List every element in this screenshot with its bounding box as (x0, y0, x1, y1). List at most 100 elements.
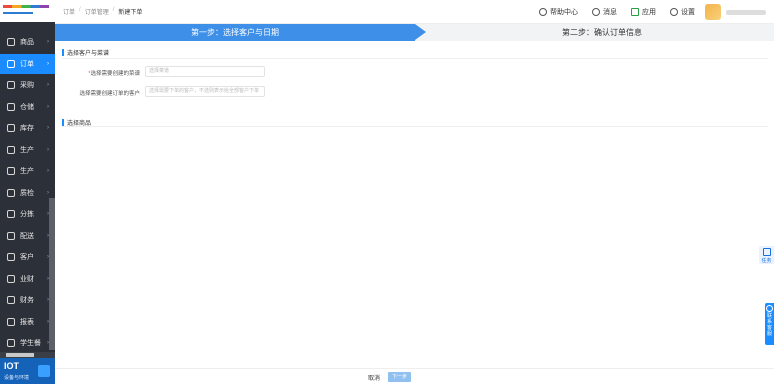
recipe-label: *选择需要创建的菜谱 (40, 69, 140, 77)
breadcrumb-item[interactable]: 订单 (63, 7, 75, 16)
chevron-right-icon: › (47, 146, 49, 153)
sidebar-item[interactable]: 报表 › (0, 312, 55, 332)
breadcrumb-item[interactable]: 订单管理 (85, 7, 109, 16)
help-label: 帮助中心 (550, 9, 578, 16)
chevron-right-icon: › (47, 125, 49, 131)
section-marker (62, 49, 64, 56)
bell-icon (592, 8, 600, 16)
sidebar-item[interactable]: 配送 › (0, 226, 55, 246)
sidebar-item[interactable]: 学生餐 › (0, 333, 55, 353)
logo[interactable] (0, 0, 55, 22)
recipe-select[interactable]: 选择菜谱 (145, 66, 265, 77)
report-icon (7, 317, 15, 326)
sidebar-item-label: 配送 (20, 232, 34, 240)
meal-icon (7, 339, 15, 347)
messages-button[interactable]: 消息 (592, 7, 617, 17)
task-icon (762, 248, 771, 256)
breadcrumb: 订单 / 订单管理 / 新建下单 (63, 7, 142, 16)
sidebar-item-label: 仓储 (20, 103, 34, 111)
iot-entry[interactable]: IOT 设备与环境 (0, 358, 55, 384)
user-icon (7, 253, 15, 261)
iot-title: IOT (4, 361, 19, 371)
inventory-icon (7, 124, 15, 132)
finance-icon (7, 296, 15, 304)
sidebar: 商品 › 订单 › 采购 › 仓储 › 库存 › 生产 › 生产 › 质检 › 分拣 › 配送 › 客户 › 业财 › 财务 › 报… (0, 0, 55, 384)
apps-label: 应用 (642, 9, 656, 16)
chevron-right-icon: › (47, 39, 49, 45)
breadcrumb-separator: / (112, 7, 115, 13)
cancel-button[interactable]: 取消 (368, 373, 380, 382)
truck-icon (7, 81, 15, 89)
sidebar-item-label: 客户 (20, 254, 34, 261)
sidebar-item-label: 报表 (20, 318, 34, 326)
sidebar-item[interactable]: 分拣 › (0, 204, 55, 224)
sidebar-item-label: 订单 (20, 60, 34, 68)
grid-icon (7, 38, 15, 46)
task-float-button[interactable]: 任务 (759, 246, 774, 264)
task-label: 任务 (761, 258, 772, 264)
header-tools: 帮助中心 消息 应用 设置 (525, 4, 766, 20)
sidebar-item[interactable]: 客户 › (0, 247, 55, 267)
help-center-button[interactable]: 帮助中心 (539, 7, 578, 17)
section-title: 选择客户与菜谱 (67, 51, 110, 57)
next-step-button[interactable]: 下一步 (388, 372, 411, 382)
step-2: 第二步：确认订单信息 (562, 28, 642, 37)
settings-button[interactable]: 设置 (670, 7, 695, 17)
customer-label: 选择需要创建订单的客户 (79, 91, 140, 97)
top-header: 订单 / 订单管理 / 新建下单 帮助中心 消息 应用 设置 (55, 0, 774, 24)
apps-button[interactable]: 应用 (631, 7, 656, 17)
divider (62, 126, 768, 127)
sidebar-item[interactable]: 库存 › (0, 118, 55, 138)
sidebar-item-label: 财务 (20, 297, 34, 304)
avatar[interactable] (705, 4, 721, 20)
sidebar-item-label: 质检 (20, 189, 34, 197)
chevron-right-icon: › (47, 168, 49, 174)
sidebar-item-label: 生产 (20, 168, 34, 175)
service-label: 联系客服 (766, 313, 772, 337)
sort-icon (7, 210, 15, 218)
sidebar-item[interactable]: 业财 › (0, 269, 55, 289)
factory-icon (7, 145, 15, 154)
recipe-label-text: 选择需要创建的菜谱 (90, 71, 140, 77)
sidebar-item-label: 学生餐 (20, 340, 41, 347)
sidebar-item-label: 分拣 (20, 211, 34, 218)
sidebar-item[interactable]: 财务 › (0, 290, 55, 310)
logo-underline (3, 12, 33, 14)
sidebar-item[interactable]: 质检 › (0, 183, 55, 203)
user-name-redacted[interactable] (726, 9, 766, 15)
messages-label: 消息 (603, 9, 617, 16)
section-customer-recipe: 选择客户与菜谱 (62, 48, 109, 57)
breadcrumb-separator: / (79, 7, 81, 13)
sidebar-item[interactable]: 商品 › (0, 32, 55, 52)
scroll-thumb[interactable] (6, 353, 34, 357)
sidebar-item-label: 采购 (20, 82, 34, 89)
delivery-icon (7, 231, 15, 240)
sidebar-item-label: 业财 (20, 275, 34, 283)
gear-icon (670, 8, 678, 16)
help-icon (539, 8, 547, 16)
sidebar-item[interactable]: 仓储 › (0, 97, 55, 117)
step-1: 第一步：选择客户与日期 (55, 24, 415, 41)
order-icon (7, 59, 15, 68)
step-arrow (415, 24, 426, 40)
iot-icon (38, 365, 50, 377)
customer-select[interactable]: 选择需要下单的客户，不选则表示给全部客户下单 (145, 86, 265, 97)
divider (62, 58, 768, 59)
sidebar-item-label: 生产 (20, 146, 34, 154)
sidebar-item-label: 商品 (20, 39, 34, 46)
sidebar-item[interactable]: 生产 › (0, 161, 55, 181)
finance-icon (7, 274, 15, 283)
sidebar-item-label: 库存 (20, 125, 34, 132)
chevron-right-icon: › (47, 189, 49, 196)
logo-stripe (3, 5, 49, 8)
chevron-right-icon: › (47, 60, 49, 67)
inspect-icon (7, 188, 15, 197)
chevron-right-icon: › (47, 82, 49, 88)
app-icon (631, 8, 639, 16)
settings-label: 设置 (681, 9, 695, 16)
factory-icon (7, 167, 15, 175)
sidebar-item[interactable]: 生产 › (0, 140, 55, 160)
customer-service-button[interactable]: 联系客服 (765, 303, 774, 345)
step-indicator: 第一步：选择客户与日期 第二步：确认订单信息 (55, 24, 774, 41)
sidebar-scrollbar[interactable] (49, 198, 55, 350)
